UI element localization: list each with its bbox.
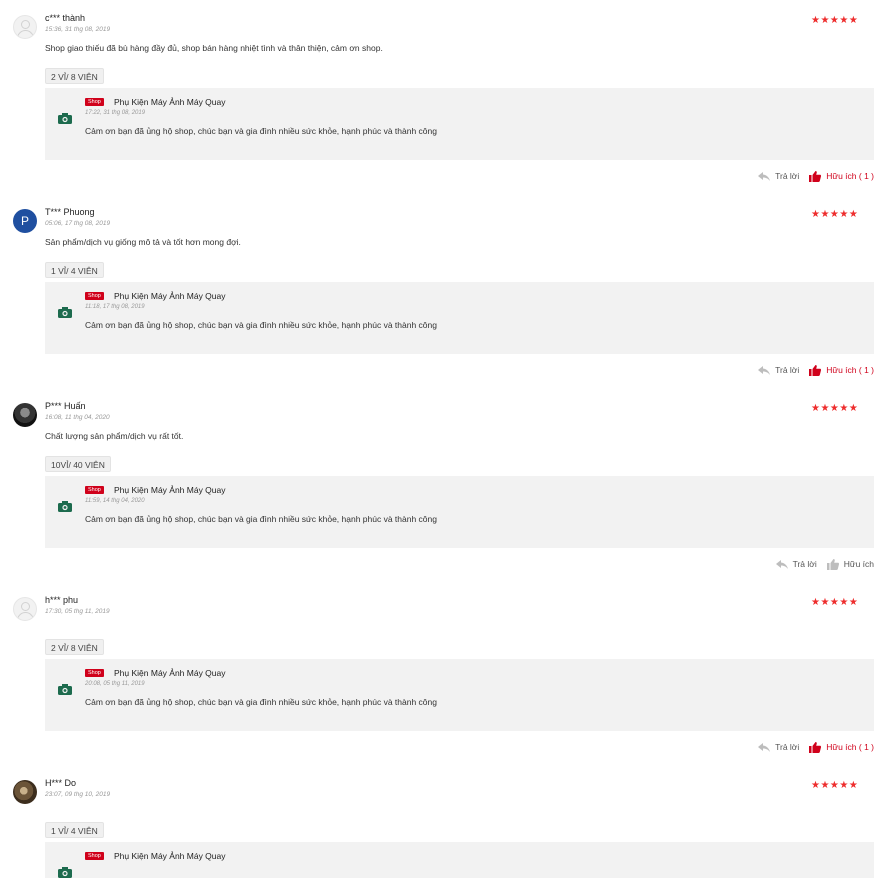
- shop-tag: Shop: [85, 98, 104, 106]
- reply-button[interactable]: Trả lời: [758, 365, 799, 375]
- camera-icon: [58, 501, 72, 512]
- review-comment: Shop giao thiếu đã bù hàng đầy đủ, shop …: [45, 43, 383, 53]
- variation-badge: 10VỈ/ 40 VIÊN: [45, 456, 111, 472]
- reply-arrow-icon: [758, 742, 771, 752]
- reply-text: Cảm ơn bạn đã ủng hộ shop, chúc bạn và g…: [85, 514, 437, 524]
- review-actions: Trả lời Hữu ích ( 1 ): [758, 740, 874, 754]
- shop-tag: Shop: [85, 669, 104, 677]
- shop-reply: Shop Phụ Kiện Máy Ảnh Máy Quay 17:22, 31…: [45, 88, 874, 160]
- photo-avatar-icon[interactable]: [13, 780, 37, 804]
- helpful-label: Hữu ích: [843, 559, 874, 569]
- thumbs-up-icon: [826, 558, 839, 570]
- thumbs-up-icon: [809, 741, 822, 753]
- variation-badge: 2 VỈ/ 8 VIÊN: [45, 639, 104, 655]
- reply-time: 11:18, 17 thg 08, 2019: [85, 304, 145, 310]
- reply-label: Trả lời: [792, 559, 817, 569]
- review-time: 16:08, 11 thg 04, 2020: [45, 414, 110, 421]
- reply-arrow-icon: [758, 171, 771, 181]
- review-actions: Trả lời Hữu ích ( 1 ): [758, 169, 874, 183]
- reply-label: Trả lời: [775, 742, 800, 752]
- shop-reply: Shop Phụ Kiện Máy Ảnh Máy Quay: [45, 842, 874, 878]
- review-time: 15:36, 31 thg 08, 2019: [45, 26, 111, 33]
- review-actions: Trả lời Hữu ích: [775, 557, 874, 571]
- reply-time: 20:08, 05 thg 11, 2019: [85, 681, 145, 687]
- review-actions: Trả lời Hữu ích ( 1 ): [758, 363, 874, 377]
- reply-text: Cảm ơn bạn đã ủng hộ shop, chúc bạn và g…: [85, 320, 437, 330]
- review-time: 05:06, 17 thg 08, 2019: [45, 220, 111, 227]
- shop-name[interactable]: Phụ Kiện Máy Ảnh Máy Quay: [114, 485, 226, 495]
- default-avatar-icon[interactable]: [13, 15, 37, 39]
- photo-avatar-icon[interactable]: [13, 403, 37, 427]
- rating-stars: ★★★★★: [811, 597, 859, 608]
- reply-button[interactable]: Trả lời: [775, 559, 817, 569]
- reviewer-name[interactable]: T*** Phuong: [45, 207, 95, 217]
- reply-button[interactable]: Trả lời: [758, 742, 799, 752]
- helpful-label: Hữu ích ( 1 ): [826, 742, 874, 752]
- reviewer-name[interactable]: h*** phu: [45, 595, 78, 605]
- shop-reply: Shop Phụ Kiện Máy Ảnh Máy Quay 11:18, 17…: [45, 282, 874, 354]
- reply-label: Trả lời: [775, 171, 800, 181]
- camera-icon: [58, 867, 72, 878]
- helpful-label: Hữu ích ( 1 ): [826, 365, 874, 375]
- reply-label: Trả lời: [775, 365, 800, 375]
- reply-button[interactable]: Trả lời: [758, 171, 799, 181]
- shop-tag: Shop: [85, 486, 104, 494]
- reply-arrow-icon: [775, 559, 788, 569]
- helpful-button[interactable]: Hữu ích ( 1 ): [809, 364, 874, 376]
- reviewer-name[interactable]: H*** Do: [45, 778, 76, 788]
- shop-name[interactable]: Phụ Kiện Máy Ảnh Máy Quay: [114, 668, 226, 678]
- variation-badge: 2 VỈ/ 8 VIÊN: [45, 68, 104, 84]
- default-avatar-icon[interactable]: [13, 597, 37, 621]
- variation-badge: 1 VỈ/ 4 VIÊN: [45, 262, 104, 278]
- reply-text: Cảm ơn bạn đã ủng hộ shop, chúc bạn và g…: [85, 126, 437, 136]
- helpful-button[interactable]: Hữu ích ( 1 ): [809, 741, 874, 753]
- helpful-button[interactable]: Hữu ích: [826, 558, 874, 570]
- camera-icon: [58, 113, 72, 124]
- camera-icon: [58, 307, 72, 318]
- reply-text: Cảm ơn bạn đã ủng hộ shop, chúc bạn và g…: [85, 697, 437, 707]
- reviewer-name[interactable]: P*** Huấn: [45, 401, 86, 411]
- shop-name[interactable]: Phụ Kiện Máy Ảnh Máy Quay: [114, 851, 226, 861]
- shop-reply: Shop Phụ Kiện Máy Ảnh Máy Quay 11:59, 14…: [45, 476, 874, 548]
- review-comment: Sản phẩm/dịch vụ giống mô tả và tốt hơn …: [45, 237, 241, 247]
- rating-stars: ★★★★★: [811, 209, 859, 220]
- letter-avatar[interactable]: P: [13, 209, 37, 233]
- shop-tag: Shop: [85, 292, 104, 300]
- helpful-button[interactable]: Hữu ích ( 1 ): [809, 170, 874, 182]
- shop-name[interactable]: Phụ Kiện Máy Ảnh Máy Quay: [114, 97, 226, 107]
- rating-stars: ★★★★★: [811, 780, 859, 791]
- review-comment: Chất lượng sản phẩm/dịch vụ rất tốt.: [45, 431, 184, 441]
- reply-arrow-icon: [758, 365, 771, 375]
- thumbs-up-icon: [809, 364, 822, 376]
- rating-stars: ★★★★★: [811, 15, 859, 26]
- rating-stars: ★★★★★: [811, 403, 859, 414]
- camera-icon: [58, 684, 72, 695]
- thumbs-up-icon: [809, 170, 822, 182]
- reviewer-name[interactable]: c*** thành: [45, 13, 85, 23]
- review-time: 17:30, 05 thg 11, 2019: [45, 608, 110, 615]
- helpful-label: Hữu ích ( 1 ): [826, 171, 874, 181]
- variation-badge: 1 VỈ/ 4 VIÊN: [45, 822, 104, 838]
- reply-time: 17:22, 31 thg 08, 2019: [85, 110, 146, 116]
- reply-time: 11:59, 14 thg 04, 2020: [85, 498, 145, 504]
- shop-reply: Shop Phụ Kiện Máy Ảnh Máy Quay 20:08, 05…: [45, 659, 874, 731]
- review-time: 23:07, 09 thg 10, 2019: [45, 791, 111, 798]
- shop-tag: Shop: [85, 852, 104, 860]
- shop-name[interactable]: Phụ Kiện Máy Ảnh Máy Quay: [114, 291, 226, 301]
